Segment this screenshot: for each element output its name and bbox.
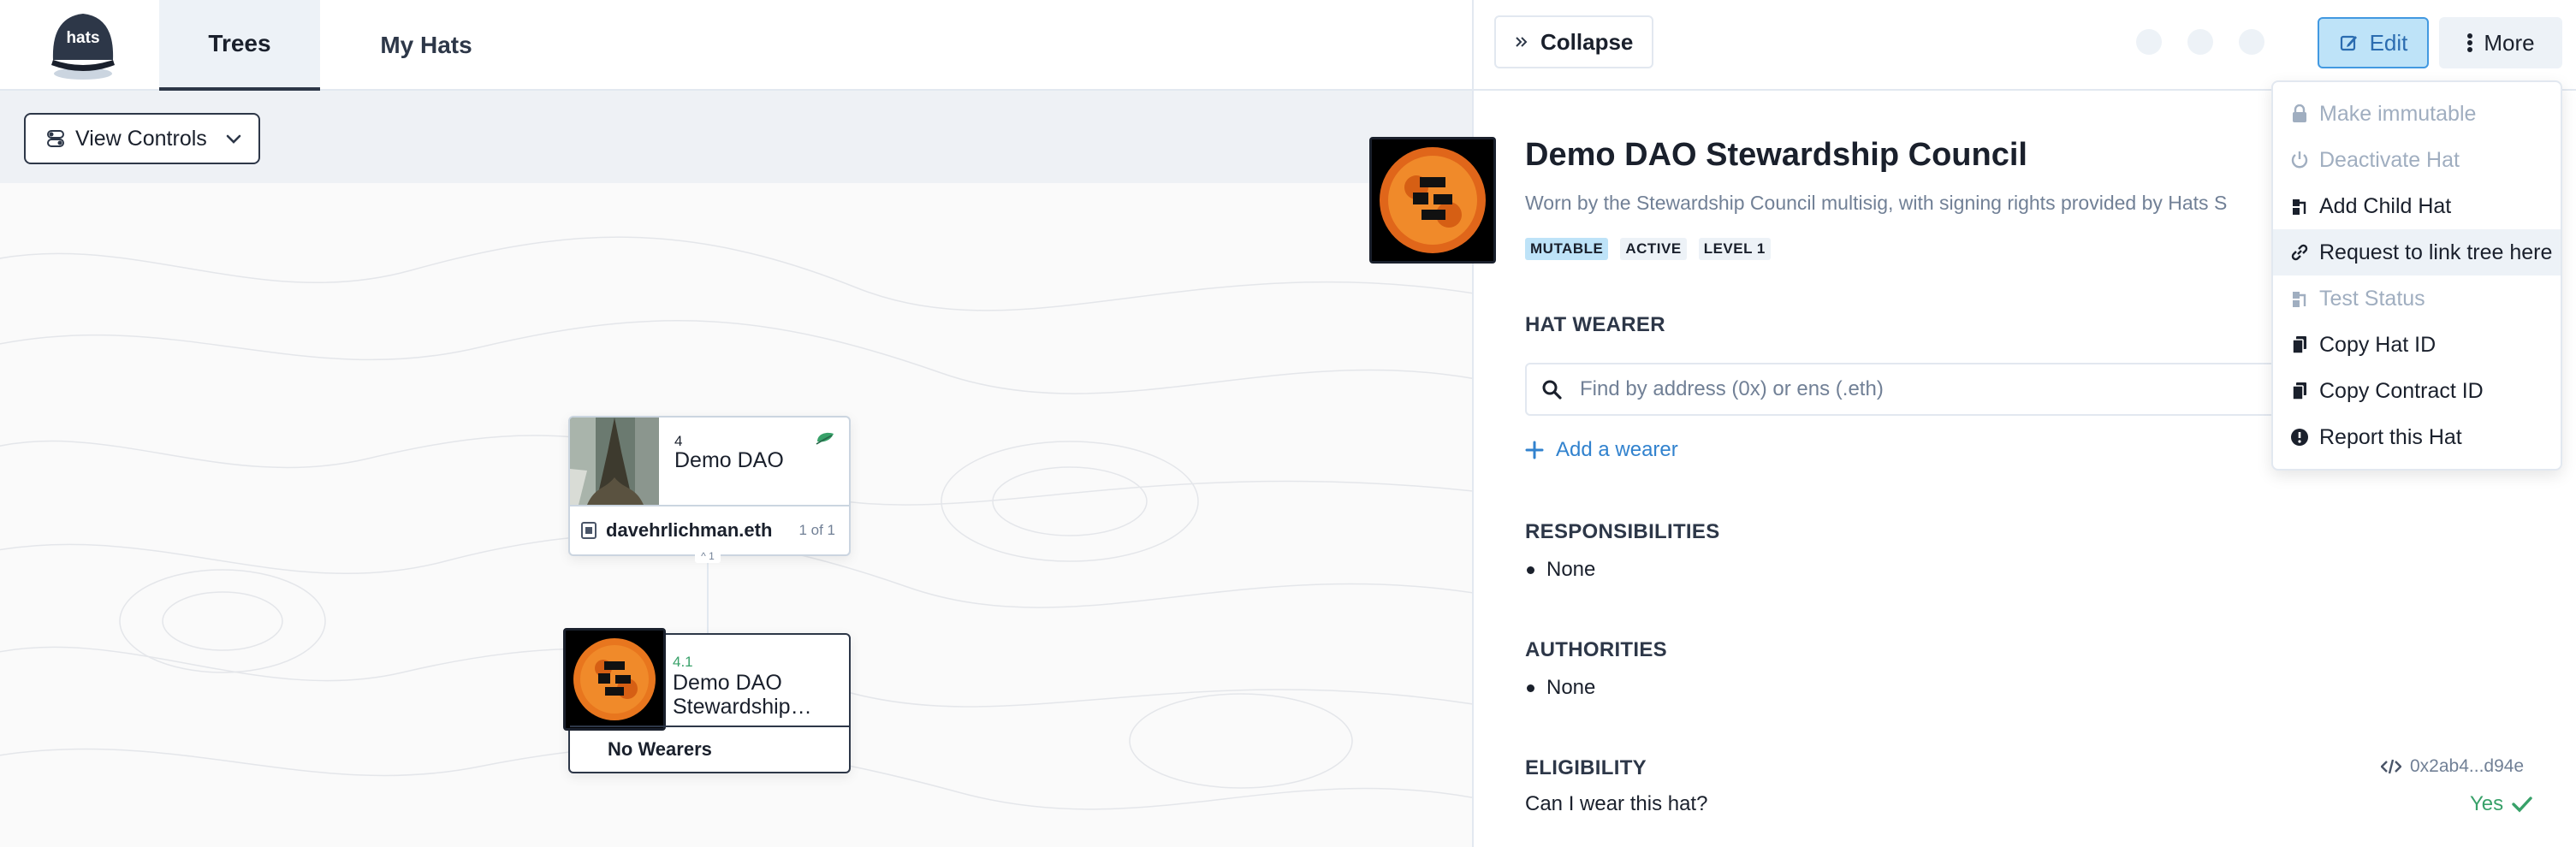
collapse-button[interactable]: Collapse <box>1494 15 1653 68</box>
tree-node-child[interactable]: 4.1 Demo DAO Stewardship… No Wearers <box>563 628 851 773</box>
hats-logo[interactable]: hats <box>45 5 122 82</box>
child-hat-icon <box>2293 199 2306 215</box>
authorities-heading: AUTHORITIES <box>1525 638 1667 661</box>
menu-item-label: Add Child Hat <box>2319 193 2452 218</box>
plus-icon <box>1525 441 1544 459</box>
search-input[interactable] <box>1578 376 2294 402</box>
chevron-down-icon <box>226 134 241 144</box>
view-controls-button[interactable]: View Controls <box>24 113 260 164</box>
lock-icon <box>2293 104 2306 122</box>
double-chevron-right-icon <box>1516 37 1528 47</box>
wallet-icon <box>581 522 597 539</box>
menu-item-copy-hat-id[interactable]: Copy Hat ID <box>2273 322 2561 368</box>
menu-item-label: Copy Contract ID <box>2319 378 2484 403</box>
menu-item-request-link[interactable]: Request to link tree here <box>2273 229 2561 275</box>
wearer-row[interactable]: davehrlichman.eth 1 of 1 <box>570 505 849 554</box>
eligibility-address[interactable]: 0x2ab4...d94e <box>2381 756 2524 777</box>
wearer-count: 1 of 1 <box>798 522 835 538</box>
menu-item-label: Request to link tree here <box>2319 240 2553 264</box>
authority-item: None <box>1527 676 1595 700</box>
search-icon[interactable] <box>2136 29 2162 55</box>
eligibility-answer: Yes <box>2470 792 2532 816</box>
authority-text: None <box>1546 676 1596 699</box>
code-icon <box>2381 759 2401 774</box>
panel-header: Collapse Edit More <box>1474 0 2576 91</box>
top-nav: hats Trees My Hats <box>0 0 1472 91</box>
responsibility-item: None <box>1527 558 1595 582</box>
copy-icon <box>2292 336 2306 354</box>
add-wearer-label: Add a wearer <box>1556 438 1678 461</box>
test-status-icon <box>2293 292 2306 307</box>
tab-trees[interactable]: Trees <box>159 0 320 91</box>
hat-leaf-icon <box>815 429 837 451</box>
link-icon <box>2291 244 2308 261</box>
kebab-icon <box>2467 33 2473 52</box>
menu-item-make-immutable[interactable]: Make immutable <box>2273 91 2561 137</box>
eligibility-answer-text: Yes <box>2470 792 2504 815</box>
wearer-search[interactable] <box>1525 363 2295 416</box>
menu-item-test-status[interactable]: Test Status <box>2273 275 2561 322</box>
hat-description: Worn by the Stewardship Council multisig… <box>1525 192 2228 214</box>
hat-id: 4.1 <box>673 654 693 670</box>
edit-button[interactable]: Edit <box>2318 17 2429 68</box>
search-icon <box>1542 380 1562 400</box>
wearer-name: davehrlichman.eth <box>606 519 773 541</box>
logo-text: hats <box>66 29 99 47</box>
collapse-label: Collapse <box>1540 28 1634 55</box>
hat-wearer-heading: HAT WEARER <box>1525 313 1665 336</box>
check-icon <box>2512 797 2532 813</box>
tab-my-hats[interactable]: My Hats <box>320 0 532 91</box>
copy-icon <box>2292 382 2306 400</box>
more-menu: Make immutable Deactivate Hat Add Child … <box>2271 80 2562 471</box>
power-icon <box>2291 151 2308 169</box>
hat-image-large <box>1369 137 1496 264</box>
responsibility-text: None <box>1546 558 1596 581</box>
hat-title: Demo DAO Stewardship Council <box>1525 137 2027 173</box>
menu-item-deactivate-hat[interactable]: Deactivate Hat <box>2273 137 2561 183</box>
menu-item-copy-contract-id[interactable]: Copy Contract ID <box>2273 368 2561 414</box>
badge-active: ACTIVE <box>1620 238 1687 260</box>
menu-item-label: Test Status <box>2319 286 2425 311</box>
hat-name: Demo DAO Stewardship… <box>673 671 812 719</box>
menu-item-label: Copy Hat ID <box>2319 332 2437 357</box>
edit-label: Edit <box>2369 29 2408 56</box>
info-icon[interactable] <box>2239 29 2264 55</box>
toggle-icon <box>47 130 64 147</box>
tree-node-root[interactable]: 4 Demo DAO davehrlichman.eth 1 of 1 <box>568 416 851 556</box>
view-controls-label: View Controls <box>75 126 207 151</box>
menu-item-report-hat[interactable]: Report this Hat <box>2273 414 2561 460</box>
eligibility-address-text: 0x2ab4...d94e <box>2410 756 2525 776</box>
more-label: More <box>2484 29 2535 56</box>
eligibility-question: Can I wear this hat? <box>1525 792 1708 815</box>
eligibility-heading: ELIGIBILITY <box>1525 756 1647 779</box>
controls-bar: View Controls <box>0 91 1472 183</box>
hat-name: Demo DAO <box>674 448 784 472</box>
hat-image-child <box>563 628 666 731</box>
add-wearer-link[interactable]: Add a wearer <box>1525 438 1678 462</box>
badge-level: LEVEL 1 <box>1698 238 1771 260</box>
no-wearers-label: No Wearers <box>608 738 712 760</box>
menu-item-label: Report this Hat <box>2319 424 2462 449</box>
tree-canvas[interactable]: View Controls 4 Demo DAO davehrlichman.e… <box>0 91 1472 847</box>
responsibilities-heading: RESPONSIBILITIES <box>1525 520 1720 543</box>
hat-image-root <box>570 418 659 505</box>
wearer-row[interactable]: No Wearers <box>570 726 849 772</box>
menu-item-label: Deactivate Hat <box>2319 147 2460 172</box>
hat-id: 4 <box>674 433 683 449</box>
menu-item-add-child-hat[interactable]: Add Child Hat <box>2273 183 2561 229</box>
menu-item-label: Make immutable <box>2319 101 2477 126</box>
more-button[interactable]: More <box>2439 17 2562 68</box>
share-icon[interactable] <box>2187 29 2213 55</box>
collapse-toggle[interactable]: ^ 1 <box>695 549 721 563</box>
badge-row: MUTABLE ACTIVE LEVEL 1 <box>1525 238 1771 260</box>
alert-icon <box>2291 429 2308 446</box>
edit-icon <box>2340 35 2357 51</box>
badge-mutable: MUTABLE <box>1525 238 1609 260</box>
